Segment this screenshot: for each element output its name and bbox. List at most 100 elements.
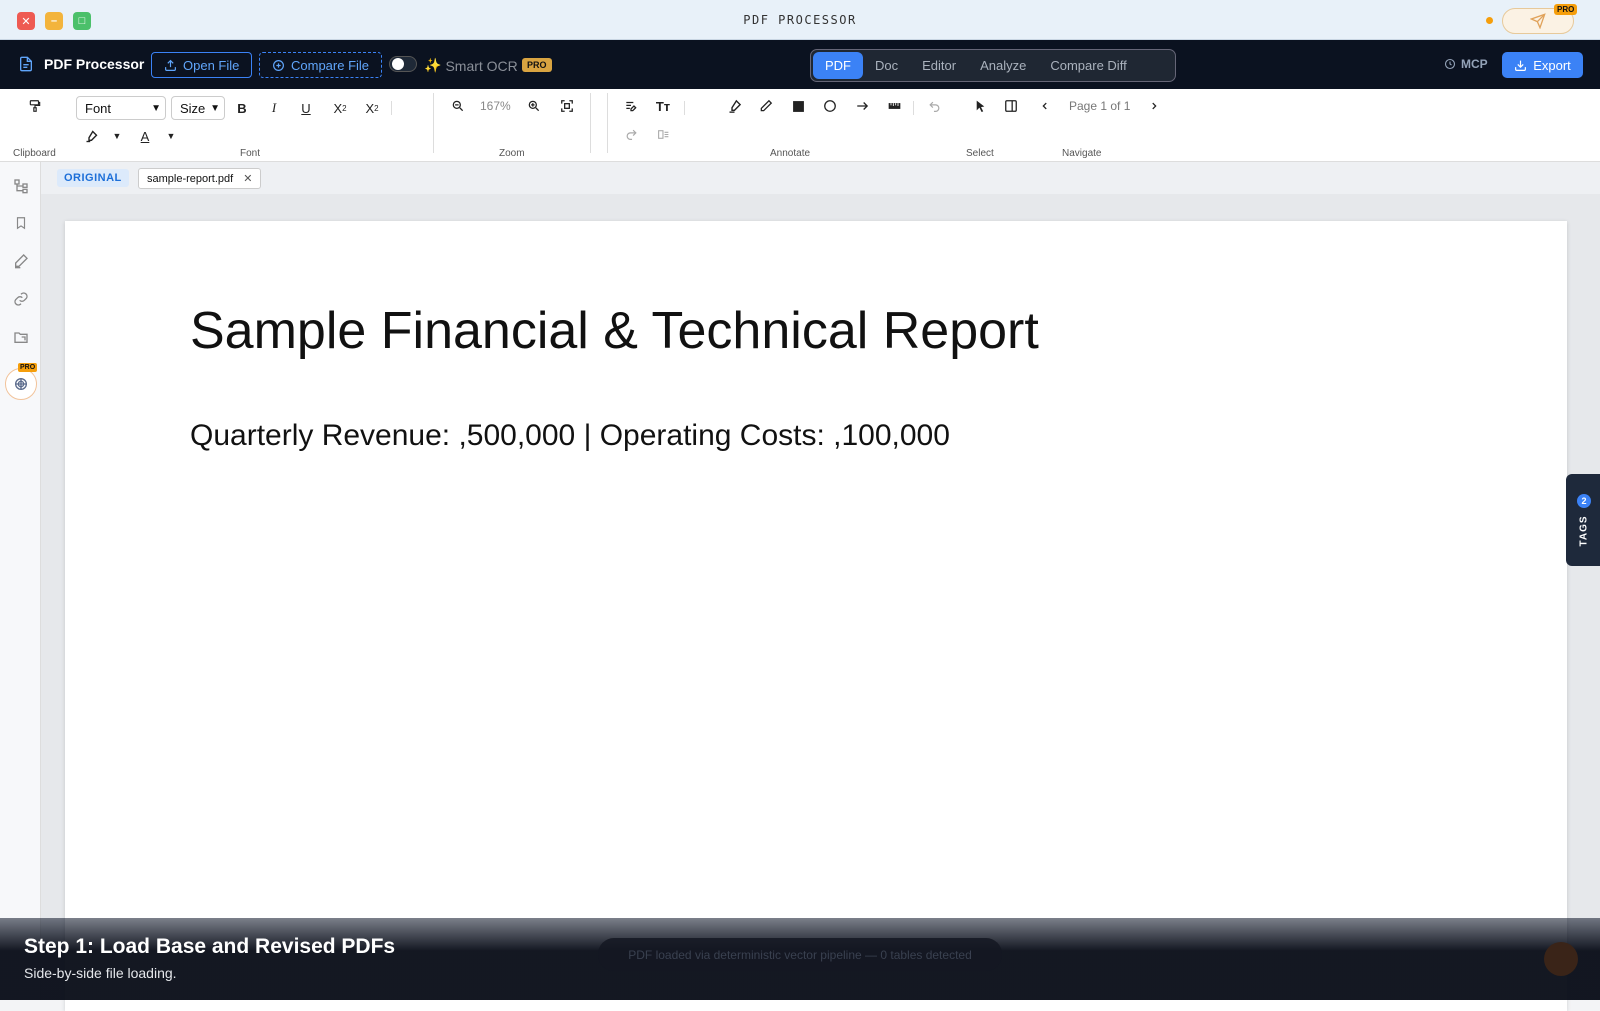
zoom-level: 167% bbox=[480, 99, 511, 113]
window-titlebar: ✕ – □ PDF PROCESSOR PRO bbox=[0, 0, 1600, 40]
smart-ocr-label: Smart OCR bbox=[445, 57, 518, 74]
group-label-font: Font bbox=[240, 148, 261, 159]
zoom-in-icon[interactable] bbox=[523, 95, 545, 117]
divider bbox=[433, 93, 434, 153]
mode-switcher: PDF Doc Editor Analyze Compare Diff bbox=[810, 49, 1176, 82]
bold-icon[interactable]: B bbox=[231, 97, 253, 119]
group-label-annotate: Annotate bbox=[770, 148, 811, 159]
document-line: Quarterly Revenue: ,500,000 | Operating … bbox=[190, 419, 950, 452]
page-indicator: Page 1 of 1 bbox=[1069, 99, 1131, 113]
undo-icon[interactable] bbox=[923, 95, 945, 117]
ai-pro-badge: PRO bbox=[18, 363, 38, 372]
download-icon bbox=[1515, 60, 1527, 71]
divider bbox=[913, 101, 914, 115]
mode-doc[interactable]: Doc bbox=[863, 52, 910, 79]
mode-analyze[interactable]: Analyze bbox=[968, 52, 1038, 79]
group-label-zoom: Zoom bbox=[499, 148, 525, 159]
group-label-navigate: Navigate bbox=[1062, 148, 1102, 159]
tags-label: TAGS bbox=[1578, 515, 1590, 547]
edit-sign-icon[interactable] bbox=[10, 250, 32, 272]
divider bbox=[684, 101, 685, 115]
floating-action-button[interactable] bbox=[1544, 942, 1578, 976]
smart-ocr: ✨ Smart OCR bbox=[424, 57, 518, 74]
compare-file-label: Compare File bbox=[291, 57, 370, 73]
divider bbox=[607, 93, 608, 153]
step-title: Step 1: Load Base and Revised PDFs bbox=[24, 935, 396, 958]
file-tab-label: sample-report.pdf bbox=[147, 172, 234, 185]
document-title: Sample Financial & Technical Report bbox=[190, 302, 1039, 360]
mcp-button[interactable]: MCP bbox=[1444, 57, 1488, 71]
send-icon bbox=[1530, 13, 1546, 29]
format-painter-icon[interactable] bbox=[24, 95, 46, 117]
size-select-value: Size bbox=[180, 100, 206, 116]
export-button[interactable]: Export bbox=[1502, 52, 1583, 78]
mode-pdf[interactable]: PDF bbox=[813, 52, 863, 79]
pro-badge: PRO bbox=[1554, 4, 1578, 15]
sparkles-icon: ✨ bbox=[424, 57, 442, 73]
measure-icon[interactable] bbox=[883, 95, 905, 117]
file-tab[interactable]: sample-report.pdf ✕ bbox=[138, 168, 262, 189]
text-edit-icon[interactable] bbox=[620, 95, 642, 117]
circle-icon[interactable] bbox=[819, 95, 841, 117]
font-select[interactable]: Font ▼ bbox=[76, 96, 166, 120]
group-label-clipboard: Clipboard bbox=[13, 148, 56, 159]
link-icon[interactable] bbox=[10, 288, 32, 310]
clear-annotations-icon[interactable] bbox=[652, 123, 674, 145]
chevron-down-icon: ▼ bbox=[151, 102, 161, 114]
smart-ocr-toggle[interactable] bbox=[389, 56, 417, 72]
ai-assistant-button[interactable] bbox=[5, 368, 37, 400]
text-color-dropdown-icon[interactable]: ▼ bbox=[160, 125, 182, 147]
highlight-color-icon[interactable] bbox=[80, 125, 102, 147]
underline-icon[interactable]: U bbox=[295, 97, 317, 119]
ai-spiral-icon bbox=[15, 378, 27, 390]
panel-toggle-icon[interactable] bbox=[1000, 95, 1022, 117]
mode-editor[interactable]: Editor bbox=[910, 52, 968, 79]
status-toast: PDF loaded via deterministic vector pipe… bbox=[598, 938, 1002, 971]
chevron-down-icon: ▼ bbox=[210, 102, 220, 114]
highlight-dropdown-icon[interactable]: ▼ bbox=[106, 125, 128, 147]
pdf-page[interactable]: Sample Financial & Technical Report Quar… bbox=[65, 221, 1567, 1011]
folder-icon[interactable] bbox=[10, 326, 32, 348]
app-header: PDF Processor Open File Compare File ✨ S… bbox=[0, 40, 1600, 89]
mode-compare-diff[interactable]: Compare Diff bbox=[1038, 52, 1138, 79]
highlighter-icon[interactable] bbox=[723, 95, 745, 117]
brand-name: PDF Processor bbox=[44, 56, 145, 72]
subscript-icon[interactable]: X2 bbox=[361, 97, 383, 119]
select-pointer-icon[interactable] bbox=[969, 95, 991, 117]
open-file-label: Open File bbox=[183, 57, 240, 73]
size-select[interactable]: Size ▼ bbox=[171, 96, 225, 120]
add-circle-icon bbox=[273, 59, 284, 71]
tags-panel-toggle[interactable]: 2 TAGS bbox=[1566, 474, 1600, 566]
bookmark-icon[interactable] bbox=[10, 212, 32, 234]
redo-icon[interactable] bbox=[620, 123, 642, 145]
pen-icon[interactable] bbox=[755, 95, 777, 117]
zoom-out-icon[interactable] bbox=[447, 95, 469, 117]
smart-ocr-pro-badge: PRO bbox=[522, 58, 552, 72]
left-sidebar: PRO bbox=[0, 162, 41, 1000]
text-color-icon[interactable]: A bbox=[134, 125, 156, 147]
divider bbox=[391, 101, 392, 115]
structure-icon[interactable] bbox=[10, 175, 32, 197]
status-dot bbox=[1486, 17, 1493, 24]
text-size-icon[interactable]: Tт bbox=[652, 95, 674, 117]
clock-icon bbox=[1444, 58, 1456, 70]
step-subtitle: Side-by-side file loading. bbox=[24, 965, 177, 981]
arrow-icon[interactable] bbox=[851, 95, 873, 117]
tags-count-badge: 2 bbox=[1577, 494, 1591, 508]
mcp-label: MCP bbox=[1461, 57, 1488, 71]
superscript-icon[interactable]: X2 bbox=[329, 97, 351, 119]
italic-icon[interactable]: I bbox=[263, 97, 285, 119]
close-tab-icon[interactable]: ✕ bbox=[243, 172, 252, 185]
document-canvas[interactable]: Sample Financial & Technical Report Quar… bbox=[41, 194, 1600, 1011]
window-title: PDF PROCESSOR bbox=[743, 13, 857, 27]
ribbon-toolbar: Font ▼ Size ▼ B I U X2 X2 ▼ A ▼ 167% Tт bbox=[0, 89, 1600, 162]
previous-page-icon[interactable] bbox=[1034, 95, 1056, 117]
fit-page-icon[interactable] bbox=[556, 95, 578, 117]
export-label: Export bbox=[1533, 57, 1571, 73]
compare-file-button[interactable]: Compare File bbox=[259, 52, 383, 78]
upload-icon bbox=[165, 59, 176, 71]
rectangle-icon[interactable] bbox=[787, 95, 809, 117]
next-page-icon[interactable] bbox=[1143, 95, 1165, 117]
brand: PDF Processor bbox=[18, 55, 144, 73]
open-file-button[interactable]: Open File bbox=[151, 52, 253, 78]
